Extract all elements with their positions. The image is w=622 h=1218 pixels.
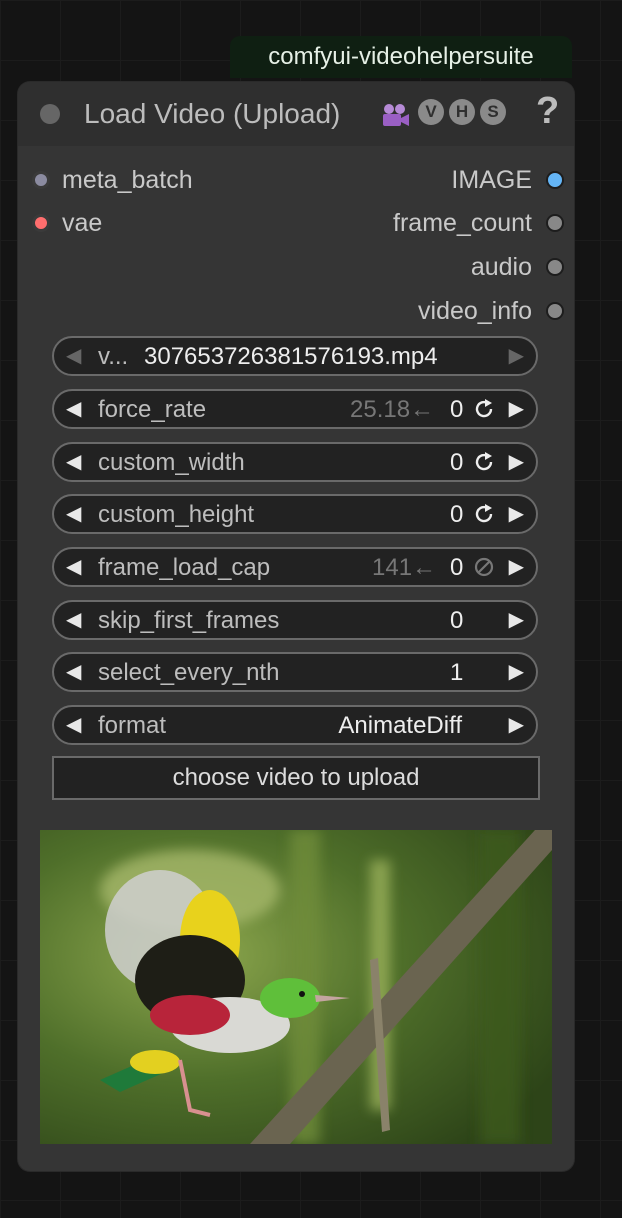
custom-width-widget[interactable]: ◀ custom_width 0 ▶ (52, 442, 538, 482)
select-every-nth-widget[interactable]: ◀ select_every_nth 1 ▶ (52, 652, 538, 692)
format-label: format (98, 712, 167, 739)
force-rate-hint: 25.18← (350, 396, 435, 423)
vae-input-label: vae (62, 209, 103, 237)
meta-batch-input-label: meta_batch (62, 166, 193, 194)
skip-first-frames-label: skip_first_frames (98, 607, 280, 634)
custom-height-decrement[interactable]: ◀ (66, 501, 81, 527)
force-rate-decrement[interactable]: ◀ (66, 396, 81, 422)
video-next-arrow[interactable]: ▶ (509, 343, 524, 369)
frame-load-cap-widget[interactable]: ◀ frame_load_cap 141← 0 ▶ (52, 547, 538, 587)
node-title-bar[interactable]: Load Video (Upload) V H S ? (18, 82, 574, 146)
image-output-dot[interactable] (546, 171, 564, 189)
video-preview (40, 830, 552, 1144)
video-value: 307653726381576193.mp4 (144, 343, 438, 370)
meta-batch-input-dot[interactable] (32, 171, 50, 189)
skip-first-frames-widget[interactable]: ◀ skip_first_frames 0 ▶ (52, 600, 538, 640)
custom-width-increment[interactable]: ▶ (509, 449, 524, 475)
vhs-v-icon: V (418, 99, 444, 125)
frame-load-cap-decrement[interactable]: ◀ (66, 554, 81, 580)
select-every-nth-decrement[interactable]: ◀ (66, 659, 81, 685)
custom-height-label: custom_height (98, 501, 255, 528)
load-video-node[interactable]: Load Video (Upload) V H S ? meta_batch v… (18, 82, 574, 1171)
format-prev-arrow[interactable]: ◀ (66, 712, 81, 738)
video-combo[interactable]: ◀ v... 307653726381576193.mp4 ▶ (52, 336, 538, 376)
custom-height-widget[interactable]: ◀ custom_height 0 ▶ (52, 494, 538, 534)
select-every-nth-increment[interactable]: ▶ (509, 659, 524, 685)
custom-width-label: custom_width (98, 449, 245, 476)
frame-load-cap-label: frame_load_cap (98, 554, 271, 581)
custom-height-value[interactable]: 0 (450, 501, 463, 529)
force-rate-widget[interactable]: ◀ force_rate 25.18← 0 ▶ (52, 389, 538, 429)
custom-width-decrement[interactable]: ◀ (66, 449, 81, 475)
custom-width-value[interactable]: 0 (450, 449, 463, 477)
skip-first-frames-value[interactable]: 0 (450, 607, 463, 635)
custom-height-increment[interactable]: ▶ (509, 501, 524, 527)
frame-count-output-dot[interactable] (546, 214, 564, 232)
audio-output-label: audio (470, 253, 532, 281)
video-label: v... (98, 343, 129, 370)
reset-icon[interactable] (472, 397, 496, 421)
force-rate-label: force_rate (98, 396, 207, 423)
audio-output-dot[interactable] (546, 258, 564, 276)
video-info-output-dot[interactable] (546, 302, 564, 320)
select-every-nth-label: select_every_nth (98, 659, 280, 686)
image-output-label: IMAGE (451, 166, 532, 194)
select-every-nth-value[interactable]: 1 (450, 659, 463, 687)
frame-load-cap-increment[interactable]: ▶ (509, 554, 524, 580)
help-icon[interactable]: ? (536, 90, 559, 133)
force-rate-increment[interactable]: ▶ (509, 396, 524, 422)
video-prev-arrow[interactable]: ◀ (66, 343, 81, 369)
vhs-h-icon: H (449, 99, 475, 125)
video-info-output-label: video_info (418, 297, 532, 325)
reset-icon[interactable] (472, 450, 496, 474)
upload-video-button[interactable]: choose video to upload (52, 756, 540, 800)
frame-load-cap-hint: 141← (372, 554, 437, 581)
force-rate-value[interactable]: 0 (450, 396, 463, 424)
vhs-s-icon: S (480, 99, 506, 125)
frame-count-output-label: frame_count (393, 209, 532, 237)
video-frame-illustration (40, 830, 552, 1144)
format-value: AnimateDiff (338, 712, 462, 739)
disabled-icon[interactable] (472, 555, 496, 579)
video-camera-icon (383, 104, 409, 126)
format-combo[interactable]: ◀ format AnimateDiff ▶ (52, 705, 538, 745)
vae-input-dot[interactable] (32, 214, 50, 232)
format-next-arrow[interactable]: ▶ (509, 712, 524, 738)
reset-icon[interactable] (472, 502, 496, 526)
frame-load-cap-value[interactable]: 0 (450, 554, 463, 582)
node-title: Load Video (Upload) (84, 98, 341, 129)
skip-first-frames-decrement[interactable]: ◀ (66, 607, 81, 633)
skip-first-frames-increment[interactable]: ▶ (509, 607, 524, 633)
node-source-badge: comfyui-videohelpersuite (230, 36, 572, 78)
collapse-toggle[interactable] (40, 104, 60, 124)
